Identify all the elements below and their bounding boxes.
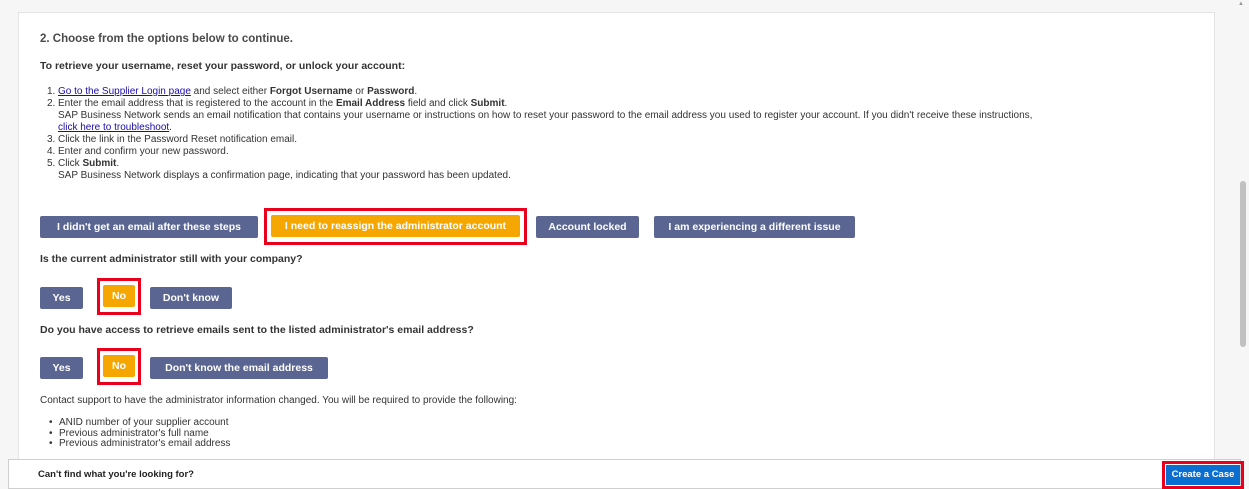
step-text: Enter the email address that is register… (58, 98, 336, 109)
step-3: 3. Click the link in the Password Reset … (47, 134, 1032, 146)
step-number: 5. (47, 158, 56, 169)
bullet-icon: • (49, 417, 53, 428)
submit-label: Submit (82, 158, 117, 169)
step-text: . (116, 158, 120, 169)
email-access-question: Do you have access to retrieve emails se… (40, 324, 474, 336)
create-case-button[interactable]: Create a Case (1166, 465, 1240, 485)
admin-dont-know-button[interactable]: Don't know (150, 287, 232, 309)
steps-list: 1. Go to the Supplier Login page and sel… (47, 86, 1033, 182)
submit-label: Submit (470, 98, 505, 109)
help-footer-bar: Can't find what you're looking for? (8, 459, 1241, 489)
step-text: Click (58, 158, 83, 169)
forgot-username-label: Forgot Username (269, 86, 353, 97)
step-4: 4. Enter and confirm your new password. (47, 146, 1032, 158)
contact-support-note: Contact support to have the administrato… (40, 395, 517, 406)
step-detail: SAP Business Network displays a confirma… (58, 170, 511, 181)
no-email-button[interactable]: I didn't get an email after these steps (40, 216, 258, 238)
step-1: 1. Go to the Supplier Login page and sel… (47, 86, 1032, 98)
list-item-text: Previous administrator's email address (59, 438, 231, 449)
step-5: 5. Click Submit. SAP Business Network di… (47, 158, 1032, 182)
list-item: • Previous administrator's email address (49, 438, 231, 450)
step-text: . (414, 86, 418, 97)
step-number: 2. (47, 98, 56, 109)
required-info-list: • ANID number of your supplier account • P… (49, 417, 231, 450)
troubleshoot-link[interactable]: click here to troubleshoot (58, 122, 169, 133)
supplier-login-link[interactable]: Go to the Supplier Login page (58, 86, 191, 97)
step-text: . (504, 98, 508, 109)
account-locked-button[interactable]: Account locked (536, 216, 639, 238)
list-item-text: Previous administrator's full name (59, 427, 209, 439)
email-yes-button[interactable]: Yes (40, 357, 83, 379)
step-detail: SAP Business Network sends an email noti… (58, 110, 1033, 121)
admin-yes-button[interactable]: Yes (40, 287, 83, 309)
retrieve-subheading: To retrieve your username, reset your pa… (40, 60, 406, 72)
step-text: Click the link in the Password Reset not… (58, 134, 297, 145)
step-number: 1. (47, 86, 56, 97)
reassign-admin-button[interactable]: I need to reassign the administrator acc… (271, 215, 520, 237)
admin-question: Is the current administrator still with … (40, 253, 303, 265)
list-item-text: ANID number of your supplier account (59, 417, 229, 428)
dont-know-email-button[interactable]: Don't know the email address (150, 357, 328, 379)
different-issue-button[interactable]: I am experiencing a different issue (654, 216, 855, 238)
footer-prompt: Can't find what you're looking for? (38, 469, 194, 480)
email-address-label: Email Address (335, 98, 406, 109)
email-no-button[interactable]: No (103, 355, 135, 377)
step-text: and select either (190, 86, 270, 97)
scroll-up-icon[interactable]: ▲ (1238, 1, 1244, 7)
step-2: 2. Enter the email address that is regis… (47, 98, 1033, 134)
step-text: field and click (405, 98, 471, 109)
step-number: 3. (47, 134, 56, 145)
password-label: Password (367, 86, 415, 97)
step-text: or (352, 86, 368, 97)
step-number: 4. (47, 146, 56, 157)
content-panel: 2. Choose from the options below to cont… (18, 12, 1215, 462)
step-text: . (169, 122, 172, 133)
admin-no-button[interactable]: No (103, 285, 135, 307)
bullet-icon: • (49, 438, 53, 449)
step-text: Enter and confirm your new password. (58, 146, 229, 157)
section-heading: 2. Choose from the options below to cont… (40, 33, 293, 45)
vertical-scrollbar[interactable]: ▲ (1236, 0, 1249, 459)
scroll-thumb[interactable] (1240, 181, 1246, 347)
